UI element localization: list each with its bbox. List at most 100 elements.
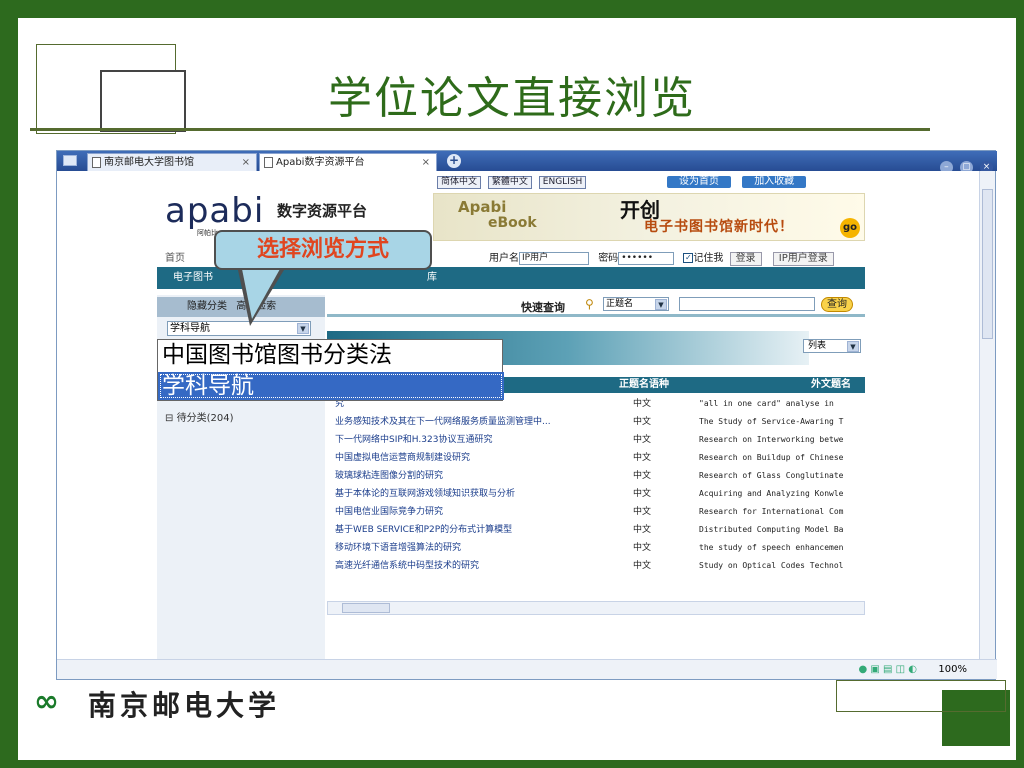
- lang-english[interactable]: ENGLISH: [538, 176, 587, 189]
- thesis-foreign-title: "all in one card" analyse in: [699, 399, 834, 408]
- dropdown-option-subject[interactable]: 学科导航: [158, 372, 504, 400]
- page-icon: [92, 157, 101, 168]
- go-icon[interactable]: go: [840, 218, 860, 238]
- thesis-language: 中文: [633, 525, 652, 535]
- remember-checkbox[interactable]: ✓: [683, 253, 694, 263]
- zoom-level[interactable]: 100%: [938, 660, 967, 679]
- tab-apabi[interactable]: Apabi数字资源平台 ×: [259, 153, 437, 171]
- thesis-language: 中文: [633, 453, 652, 463]
- thesis-title-link[interactable]: 中国电信业国际竞争力研究: [335, 503, 615, 521]
- ebook-banner[interactable]: Apabi eBook 开创 电子书图书馆新时代！ go: [433, 193, 865, 241]
- password-label: 密码: [598, 253, 619, 264]
- chevron-down-icon[interactable]: ▼: [847, 341, 859, 352]
- tree-item-uncategorized[interactable]: 待分类(204): [177, 413, 234, 424]
- thesis-title-link[interactable]: 中国虚拟电信运营商规制建设研究: [335, 449, 615, 467]
- thesis-title-link[interactable]: 玻璃球粘连图像分割的研究: [335, 467, 615, 485]
- thesis-title-link[interactable]: 基于WEB SERVICE和P2P的分布式计算模型: [335, 521, 615, 539]
- divider: [327, 314, 865, 317]
- lang-simplified[interactable]: 简体中文: [437, 176, 482, 189]
- search-field-value: 正题名: [606, 299, 634, 309]
- browser-window: 南京邮电大学图书馆 × Apabi数字资源平台 × + – ▢ × 简体中文 繁…: [56, 150, 997, 680]
- table-row[interactable]: 高速光纤通信系统中码型技术的研究 中文 Study on Optical Codes…: [327, 557, 865, 575]
- thesis-language: 中文: [633, 543, 652, 553]
- search-button[interactable]: 查询: [821, 297, 853, 312]
- username-label: 用户名: [489, 253, 519, 264]
- ip-login-button[interactable]: IP用户登录: [772, 252, 834, 266]
- chevron-down-icon[interactable]: ▼: [297, 323, 309, 334]
- web-page: 简体中文 繁體中文 ENGLISH 设为首页 加入收藏 apabi 阿帕比 数字…: [57, 171, 981, 661]
- thesis-title-link[interactable]: 高速光纤通信系统中码型技术的研究: [335, 557, 615, 575]
- set-homepage-link[interactable]: 设为首页: [667, 176, 731, 188]
- add-favorite-link[interactable]: 加入收藏: [742, 176, 807, 188]
- thesis-foreign-title: Research on Buildup of Chinese: [699, 453, 844, 462]
- search-field-select[interactable]: 正题名 ▼: [603, 297, 669, 311]
- horizontal-scrollbar[interactable]: [327, 601, 865, 615]
- search-icon: ⚲: [585, 297, 594, 311]
- tree-toggle-icon[interactable]: ⊟: [165, 413, 173, 424]
- thesis-foreign-title: Acquiring and Analyzing Konwle: [699, 489, 844, 498]
- table-row[interactable]: 移动环境下语音增强算法的研究 中文 the study of speech enha…: [327, 539, 865, 557]
- thesis-title-link[interactable]: 基于本体论的互联网游戏领域知识获取与分析: [335, 485, 615, 503]
- decor-square: [836, 680, 1006, 712]
- login-button[interactable]: 登录: [729, 252, 762, 266]
- banner-apabi: Apabi: [458, 198, 507, 216]
- thesis-foreign-title: Study on Optical Codes Technol: [699, 561, 844, 570]
- new-tab-button[interactable]: +: [447, 154, 461, 168]
- table-row[interactable]: 基于WEB SERVICE和P2P的分布式计算模型 中文 Distributed C…: [327, 521, 865, 539]
- close-icon[interactable]: ×: [242, 154, 250, 171]
- table-row[interactable]: 基于本体论的互联网游戏领域知识获取与分析 中文 Acquiring and Anal…: [327, 485, 865, 503]
- slide-frame-top: [0, 0, 1024, 18]
- dropdown-option-clc[interactable]: 中国图书馆图书分类法: [158, 340, 504, 370]
- login-row: 用户名 IP用户 密码 •••••• ✓ 记住我 登录 IP用户登录: [489, 249, 834, 266]
- password-input[interactable]: ••••••: [618, 251, 675, 265]
- thesis-foreign-title: Research for International Com: [699, 507, 844, 516]
- nav-home[interactable]: 首页: [165, 249, 185, 264]
- nav-ebooks[interactable]: 电子图书: [173, 272, 213, 283]
- tab-njupt-library[interactable]: 南京邮电大学图书馆 ×: [87, 153, 257, 171]
- thesis-language: 中文: [633, 561, 652, 571]
- view-mode-value: 列表: [808, 341, 827, 351]
- platform-name: 数字资源平台: [277, 202, 368, 220]
- remember-label: 记住我: [693, 253, 724, 264]
- search-input[interactable]: [679, 297, 815, 311]
- nav-database[interactable]: 库: [427, 267, 437, 289]
- callout-box: 选择浏览方式: [214, 230, 432, 270]
- status-icons: ● ▣ ▤ ◫ ◐: [858, 664, 917, 675]
- username-input[interactable]: IP用户: [519, 251, 589, 265]
- tab-label: Apabi数字资源平台: [276, 157, 365, 168]
- lang-traditional[interactable]: 繁體中文: [487, 176, 532, 189]
- table-row[interactable]: 玻璃球粘连图像分割的研究 中文 Research of Glass Congluti…: [327, 467, 865, 485]
- table-row[interactable]: 下一代网络中SIP和H.323协议互通研究 中文 Research on Inter…: [327, 431, 865, 449]
- header-foreign-title[interactable]: 外文题名: [811, 377, 851, 393]
- close-icon[interactable]: ×: [422, 154, 430, 171]
- hide-category-button[interactable]: 隐藏分类: [187, 301, 227, 312]
- scroll-thumb[interactable]: [982, 189, 993, 339]
- slide-title: 学位论文直接浏览: [328, 73, 696, 124]
- menu-icon[interactable]: [63, 155, 77, 166]
- university-emblem-icon: ∞: [34, 684, 59, 719]
- view-mode-select[interactable]: 列表 ▼: [803, 339, 861, 353]
- language-links: 简体中文 繁體中文 ENGLISH: [437, 176, 590, 189]
- quick-search-label: 快速查询: [521, 301, 565, 314]
- vertical-scrollbar[interactable]: [979, 171, 995, 661]
- thesis-title-link[interactable]: 移动环境下语音增强算法的研究: [335, 539, 615, 557]
- header-language[interactable]: 正题名语种: [619, 377, 669, 393]
- thesis-language: 中文: [633, 417, 652, 427]
- browse-mode-value: 学科导航: [170, 323, 210, 334]
- scroll-thumb[interactable]: [342, 603, 390, 613]
- university-name: 南京邮电大学: [88, 689, 281, 722]
- decor-line: [30, 128, 930, 131]
- table-row[interactable]: 中国虚拟电信运营商规制建设研究 中文 Research on Buildup of …: [327, 449, 865, 467]
- page-icon: [264, 157, 273, 168]
- chevron-down-icon[interactable]: ▼: [655, 299, 667, 310]
- category-tree: ⊟ 待分类(204): [165, 409, 233, 424]
- table-row[interactable]: 中国电信业国际竞争力研究 中文 Research for International…: [327, 503, 865, 521]
- callout-pointer: [242, 269, 280, 319]
- banner-ebook: eBook: [488, 215, 537, 231]
- table-row[interactable]: 业务感知技术及其在下一代网络服务质量监测管理中... 中文 The Study of…: [327, 413, 865, 431]
- banner-tagline: 电子书图书馆新时代！: [644, 219, 794, 235]
- thesis-title-link[interactable]: 下一代网络中SIP和H.323协议互通研究: [335, 431, 615, 449]
- thesis-foreign-title: the study of speech enhancemen: [699, 543, 844, 552]
- thesis-title-link[interactable]: 业务感知技术及其在下一代网络服务质量监测管理中...: [335, 413, 615, 431]
- apabi-logo[interactable]: apabi: [165, 191, 264, 231]
